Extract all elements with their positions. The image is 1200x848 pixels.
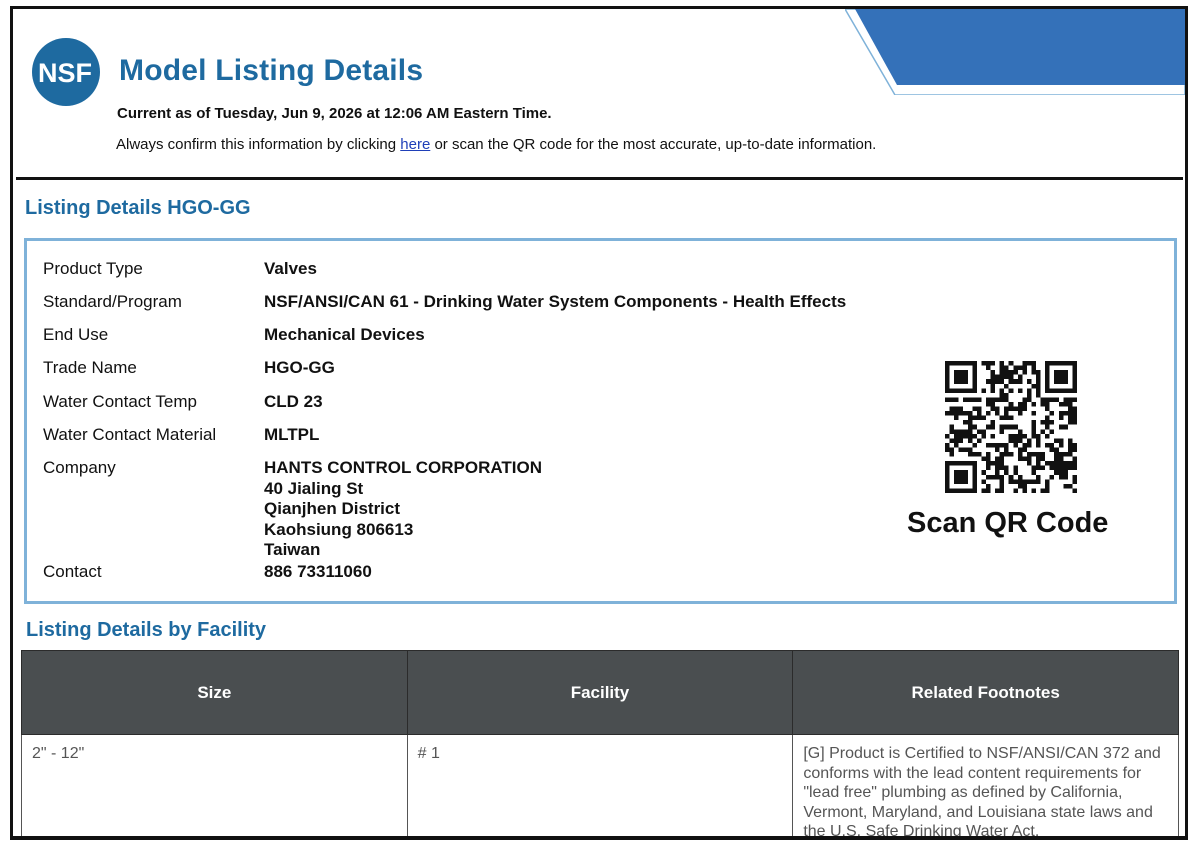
listing-details-heading: Listing Details HGO-GG bbox=[25, 197, 251, 219]
water-contact-material-value: MLTPL bbox=[264, 425, 320, 444]
column-header-facility: Facility bbox=[406, 650, 794, 735]
contact-value: 886 73311060 bbox=[264, 562, 372, 581]
standard-program-label: Standard/Program bbox=[43, 292, 182, 311]
company-street: 40 Jialing St bbox=[264, 478, 364, 498]
water-contact-temp-label: Water Contact Temp bbox=[43, 392, 198, 411]
end-use-value: Mechanical Devices bbox=[264, 325, 425, 344]
header-banner-decoration bbox=[845, 9, 1185, 95]
nsf-logo: NSF bbox=[32, 38, 100, 106]
facility-table: Size Facility Related Footnotes 2" - 12"… bbox=[21, 650, 1179, 836]
facility-table-header-row: Size Facility Related Footnotes bbox=[21, 650, 1179, 735]
standard-program-value: NSF/ANSI/CAN 61 - Drinking Water System … bbox=[264, 292, 847, 311]
current-as-of: Current as of Tuesday, Jun 9, 2026 at 12… bbox=[117, 105, 552, 122]
column-header-footnotes: Related Footnotes bbox=[792, 650, 1179, 735]
company-address: HANTS CONTROL CORPORATION 40 Jialing St … bbox=[264, 458, 542, 561]
page-title: Model Listing Details bbox=[119, 54, 424, 87]
company-district: Qianjhen District bbox=[264, 499, 401, 518]
company-city: Kaohsiung 806613 bbox=[264, 519, 414, 539]
company-label: Company bbox=[43, 458, 116, 477]
table-row: 2" - 12" # 1 [G] Product is Certified to… bbox=[21, 734, 1179, 836]
trade-name-label: Trade Name bbox=[43, 358, 137, 377]
company-name: HANTS CONTROL CORPORATION bbox=[264, 458, 542, 477]
company-country: Taiwan bbox=[264, 540, 321, 559]
logo-text: NSF bbox=[38, 58, 92, 88]
end-use-label: End Use bbox=[43, 325, 109, 344]
scan-qr-caption: Scan QR Code bbox=[907, 507, 1109, 539]
facility-heading: Listing Details by Facility bbox=[26, 619, 267, 641]
confirm-notice: Always confirm this information by click… bbox=[116, 136, 876, 153]
column-header-size: Size bbox=[21, 650, 408, 735]
contact-label: Contact bbox=[43, 562, 102, 581]
facility-cell: # 1 bbox=[406, 734, 794, 836]
water-contact-material-label: Water Contact Material bbox=[43, 425, 217, 444]
document-page: NSF Model Listing Details Current as of … bbox=[10, 6, 1188, 840]
product-type-label: Product Type bbox=[43, 259, 143, 278]
confirm-prefix: Always confirm this information by click… bbox=[116, 136, 401, 153]
footnote-cell: [G] Product is Certified to NSF/ANSI/CAN… bbox=[792, 734, 1179, 836]
size-cell: 2" - 12" bbox=[21, 734, 408, 836]
listing-details-box: Product Type Valves Standard/Program NSF… bbox=[24, 238, 1177, 604]
confirm-suffix: or scan the QR code for the most accurat… bbox=[430, 136, 877, 153]
water-contact-temp-value: CLD 23 bbox=[264, 392, 323, 411]
here-link[interactable]: here bbox=[400, 136, 430, 153]
trade-name-value: HGO-GG bbox=[264, 358, 335, 377]
qr-code-icon[interactable] bbox=[945, 361, 1077, 493]
product-type-value: Valves bbox=[264, 259, 317, 278]
header-divider bbox=[16, 177, 1183, 180]
